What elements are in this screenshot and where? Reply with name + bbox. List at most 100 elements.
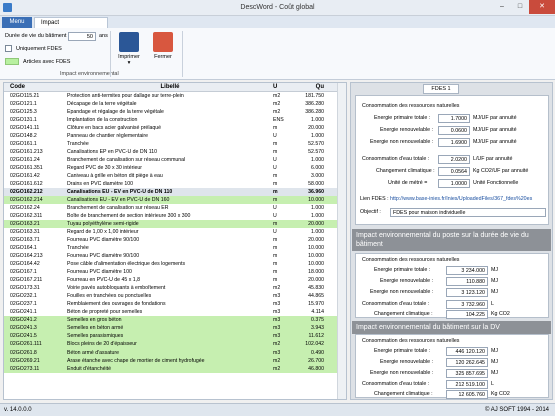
close-button[interactable]: ✕	[529, 0, 555, 14]
duree-input[interactable]	[68, 32, 96, 41]
table-row[interactable]: 02GO148.2 Panneau de chantier réglementai…	[4, 132, 346, 140]
row-code: 02GO261.8	[10, 349, 37, 356]
eau-unit: L/UF par annuité	[473, 156, 513, 162]
row-quantity: 1.000	[311, 133, 324, 140]
table-row[interactable]: 02GO241.2 Semelles en gros béton m3 0.375	[4, 316, 346, 325]
row-code: 02GO241.3	[10, 325, 37, 332]
table-row[interactable]: 02GO261.8 Béton armé d'assature m3 0.490	[4, 348, 346, 357]
imprimer-button[interactable]: Imprimer ▾	[116, 32, 142, 66]
row-libelle: Epandage et régalage de la terre végétal…	[67, 109, 164, 116]
table-row[interactable]: 02GO141.11 Clôture en bacs acier galvanis…	[4, 124, 346, 132]
row-libelle: Arase étanche avec chape de mortier de c…	[67, 357, 205, 364]
table-row[interactable]: 02GO161.24 Branchement de canalisation su…	[4, 156, 346, 164]
clim-label: Changement climatique :	[376, 168, 435, 174]
table-row[interactable]: 02GO241.1 Béton de propreté pour semelles…	[4, 308, 346, 316]
row-code: 02GO121.1	[10, 101, 37, 108]
uniquement-fdes-checkbox[interactable]	[5, 45, 12, 52]
row-code: 02GO115.21	[10, 93, 40, 99]
table-row[interactable]: 02GO167.211 Fourreau en PVC-U de 45 x 1,8…	[4, 276, 346, 284]
batiment-er-label: Energie renouvelable :	[380, 359, 434, 365]
table-row[interactable]: 02GO161.42 Caniveau à grille en béton dit…	[4, 172, 346, 180]
tab-menu[interactable]: Menu	[2, 17, 32, 28]
row-libelle: Regard de 1,00 x 1,00 intérieur	[67, 229, 139, 236]
poste-clim-label: Changement climatique :	[374, 311, 433, 317]
row-unit: m	[273, 189, 278, 196]
table-row[interactable]: 02GO162.24 Branchement de canalisation su…	[4, 204, 346, 212]
table-row[interactable]: 02GO164.1 Tranchée m 10.000	[4, 244, 346, 252]
batiment-enr-value: 325 857.695	[446, 369, 488, 378]
table-row[interactable]: 02GO161.1 Tranchée m 52.570	[4, 140, 346, 148]
table-row[interactable]: 02GO161.612 Drains en PVC diamètre 100 m 58…	[4, 180, 346, 188]
row-code: 02GO163.31	[10, 229, 40, 236]
col-qu[interactable]: Qu	[291, 83, 327, 91]
table-row[interactable]: 02GO115.21 Protection anti-termites pour …	[4, 92, 346, 100]
table-row[interactable]: 02GO161.351 Regard PVC de 30 x 30 intérie…	[4, 164, 346, 172]
row-unit: m	[273, 181, 278, 188]
tab-fdes-1[interactable]: FDES 1	[423, 84, 459, 94]
minimize-button[interactable]: –	[493, 0, 511, 14]
table-row[interactable]: 02GO164.42 Pose câble d'alimentation élec…	[4, 260, 346, 268]
maximize-button[interactable]: □	[511, 0, 529, 14]
poste-section-title: Impact environnemental du poste sur la d…	[352, 229, 551, 251]
fermer-button[interactable]: Fermer	[150, 32, 176, 60]
row-unit: U	[273, 165, 277, 172]
enr-value: 1.6900	[438, 138, 470, 147]
table-row[interactable]: 02GO164.213 Fourreau PVC diamètre 90/100 m…	[4, 252, 346, 260]
table-row[interactable]: 02GO121.1 Décapage de la terre végétale m2…	[4, 100, 346, 108]
eau-value: 2.0200	[438, 155, 470, 164]
title-bar: DescWord - Coût global – □ ✕	[0, 0, 555, 16]
articles-fdes-label: Articles avec FDES	[23, 59, 71, 65]
row-unit: m	[273, 277, 278, 284]
row-unit: m3	[273, 325, 281, 332]
row-code: 02GO141.11	[10, 125, 40, 132]
table-row[interactable]: 02GO241.3 Semelles en béton armé m3 3.943	[4, 324, 346, 333]
table-row[interactable]: 02GO273.11 Enduit d'étanchéité m2 46.800	[4, 364, 346, 373]
row-quantity: 44.865	[308, 293, 324, 300]
row-code: 02GO161.24	[10, 157, 40, 164]
row-code: 02GO162.214	[10, 197, 43, 204]
er-value: 0.0600	[438, 126, 470, 135]
table-row[interactable]: 02GO131.1 Implantation de la construction…	[4, 116, 346, 124]
tab-impact-environnemental[interactable]: Impact environnemental	[34, 17, 108, 37]
dropdown-arrow-icon: ▾	[127, 60, 131, 66]
col-libelle[interactable]: Libellé	[67, 83, 273, 91]
enr-unit: MJ/UF par annuité	[473, 139, 517, 145]
row-libelle: Semelles en gros béton	[67, 317, 122, 324]
table-row[interactable]: 02GO162.311 Boîte de branchement de secti…	[4, 212, 346, 220]
row-quantity: 181.750	[305, 93, 324, 99]
row-libelle: Panneau de chantier réglementaire	[67, 133, 149, 140]
table-row[interactable]: 02GO162.214 Canalisations EU - EV en PVC-…	[4, 196, 346, 205]
table-row[interactable]: 02GO237.1 Remblaiement des ouvrages de fo…	[4, 300, 346, 308]
table-row[interactable]: 02GO167.1 Fourreau PVC diamètre 100 m 18.00…	[4, 268, 346, 276]
row-code: 02GO161.351	[10, 165, 43, 172]
poste-er-label: Energie renouvelable :	[380, 278, 434, 284]
row-code: 02GO163.71	[10, 237, 40, 244]
row-quantity: 15.970	[308, 301, 324, 308]
table-row[interactable]: 02GO261.111 Blocs pleins de 20 d'épaisseu…	[4, 340, 346, 349]
table-row[interactable]: 02GO125.3 Epandage et régalage de la terr…	[4, 108, 346, 116]
col-u[interactable]: U	[273, 83, 291, 91]
col-code[interactable]: Code	[4, 83, 67, 91]
table-row[interactable]: 02GO163.71 Fourreau PVC diamètre 90/100 m 2…	[4, 236, 346, 244]
row-code: 02GO164.1	[10, 245, 37, 252]
lien-fdes-link[interactable]: http://www.base-inies.fr/Inies/UploadedF…	[390, 196, 548, 202]
table-row[interactable]: 02GO163.31 Regard de 1,00 x 1,00 intérieu…	[4, 228, 346, 236]
row-quantity: 0.375	[311, 317, 324, 324]
version-text: v. 14.0.0.0	[4, 407, 32, 413]
table-row[interactable]: 02GO269.21 Arase étanche avec chape de mo…	[4, 356, 346, 365]
table-row[interactable]: 02GO241.5 Semelles parasismiques m3 11.612	[4, 332, 346, 341]
table-row[interactable]: 02GO162.212 Canalisations EU - EV en PVC-…	[4, 188, 346, 197]
table-scrollbar[interactable]	[337, 83, 346, 399]
row-libelle: Enduit d'étanchéité	[67, 365, 111, 372]
table-row[interactable]: 02GO161.213 Canalisations EP en PVC-U de …	[4, 148, 346, 156]
er-unit: MJ/UF par annuité	[473, 127, 517, 133]
table-row[interactable]: 02GO173.31 Voirie pavés autobloquants à e…	[4, 284, 346, 292]
row-unit: U	[273, 205, 277, 212]
poste-details: Consommation des ressources naturelles E…	[355, 253, 549, 319]
row-unit: U	[273, 157, 277, 164]
row-code: 02GO162.24	[10, 205, 40, 212]
table-row[interactable]: 02GO232.1 Fouilles en tranchées ou ponctu…	[4, 292, 346, 300]
table-row[interactable]: 02GO163.21 Tuyau polyéthylène semi-rigide…	[4, 220, 346, 229]
row-libelle: Remblaiement des ouvrages de fondations	[67, 301, 166, 308]
row-quantity: 52.570	[308, 149, 324, 156]
